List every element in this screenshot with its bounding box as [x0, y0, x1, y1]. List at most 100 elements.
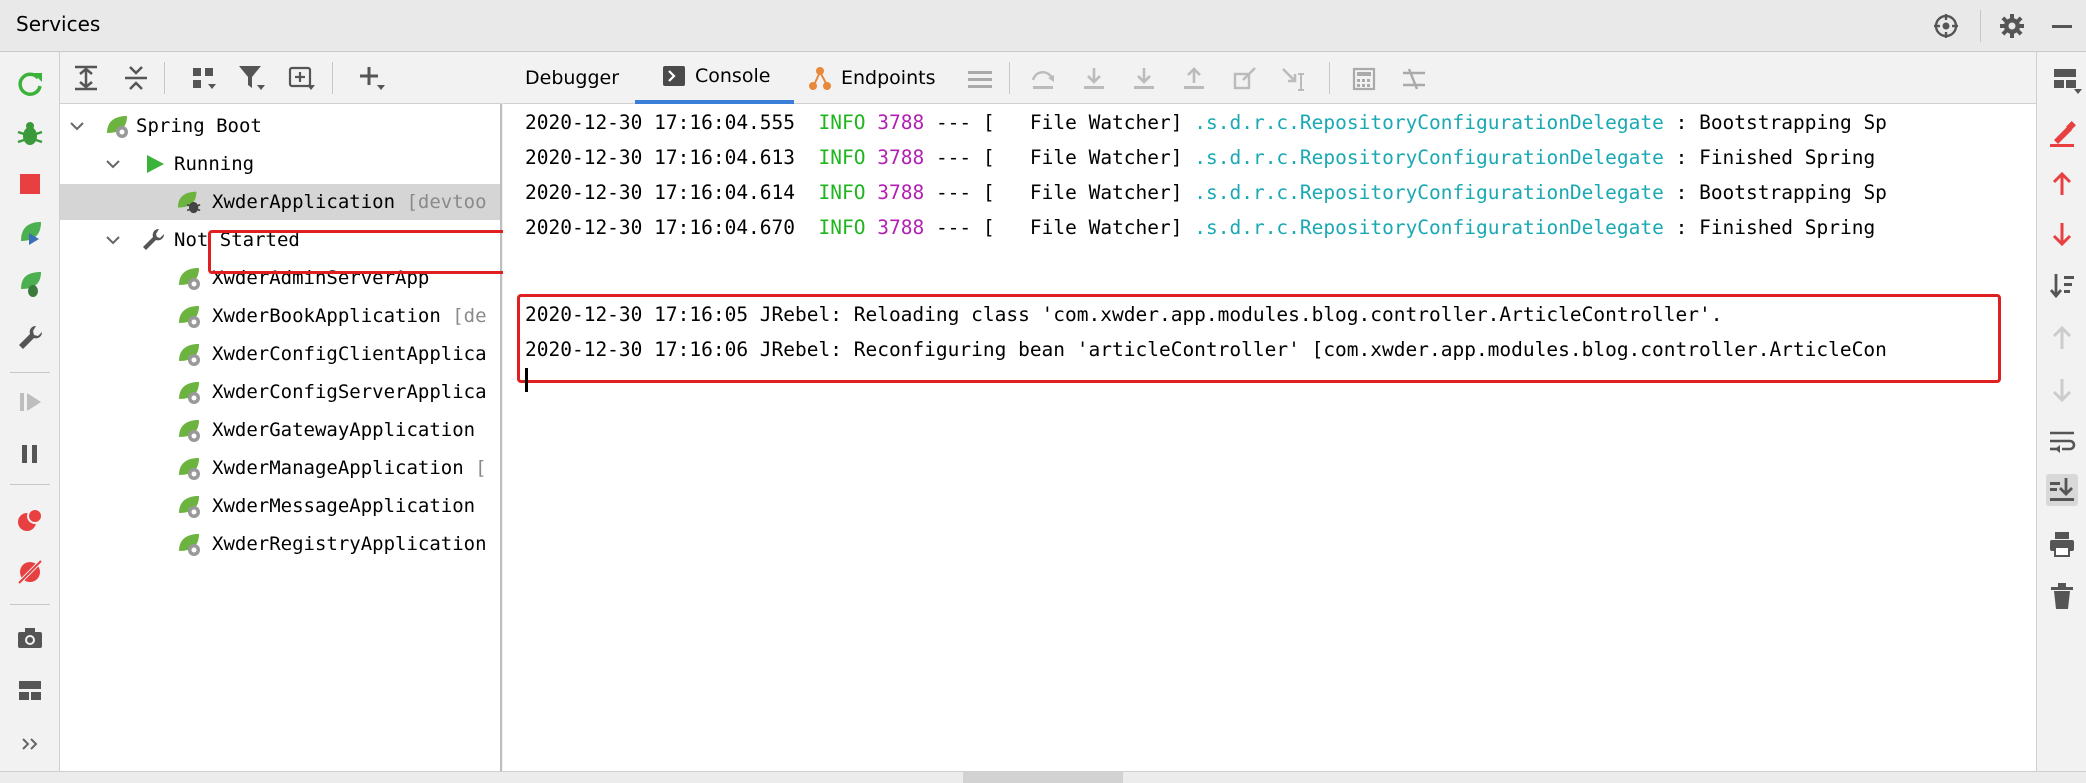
wrench-icon: [140, 227, 166, 253]
evaluate-icon[interactable]: [1349, 64, 1379, 94]
add-icon[interactable]: [356, 62, 388, 94]
log-pid: 3788: [877, 181, 925, 204]
layout-icon[interactable]: [14, 674, 46, 706]
force-step-into-icon[interactable]: [1129, 64, 1159, 94]
tree-label-suffix: [de: [440, 305, 487, 327]
up-arrow-red-icon[interactable]: [2046, 168, 2078, 200]
window-title: Services: [16, 12, 101, 36]
log-line: 2020-12-30 17:16:04.670 INFO 3788 --- [ …: [525, 211, 1875, 245]
collapse-all-icon[interactable]: [120, 62, 152, 94]
tree-node-xwder-application[interactable]: XwderApplication [devtoo: [60, 184, 500, 220]
stop-icon[interactable]: [14, 168, 46, 200]
drop-frame-icon[interactable]: [1229, 64, 1259, 94]
resume-icon[interactable]: [14, 386, 46, 418]
tree-node-app[interactable]: XwderRegistryApplication: [60, 526, 500, 562]
sort-down-icon[interactable]: [2046, 270, 2078, 302]
step-over-icon[interactable]: [1028, 64, 1058, 94]
status-bar: [0, 771, 2086, 783]
tree-node-app[interactable]: XwderManageApplication [: [60, 450, 500, 486]
jrebel-log-line: 2020-12-30 17:16:06 JRebel: Reconfigurin…: [525, 338, 1887, 361]
pause-icon[interactable]: [14, 438, 46, 470]
log-level: INFO: [818, 181, 866, 204]
tree-node-app[interactable]: XwderMessageApplication: [60, 488, 500, 524]
log-thread: File Watcher]: [994, 181, 1183, 204]
tree-node-running[interactable]: Running: [60, 146, 500, 182]
more-icon[interactable]: [14, 728, 46, 760]
spring-boot-icon: [176, 379, 202, 405]
filter-icon[interactable]: [236, 62, 268, 94]
refresh-icon[interactable]: [14, 68, 46, 100]
tree-label: Running: [174, 153, 255, 175]
up-arrow-gray-icon[interactable]: [2046, 322, 2078, 354]
step-into-icon[interactable]: [1079, 64, 1109, 94]
down-arrow-red-icon[interactable]: [2046, 218, 2078, 250]
chevron-down-icon[interactable]: [104, 155, 122, 173]
debug-bug-icon[interactable]: [14, 118, 46, 150]
mute-breakpoints-icon[interactable]: [14, 556, 46, 588]
soft-wrap-icon[interactable]: [2046, 426, 2078, 458]
spring-boot-icon: [176, 455, 202, 481]
log-separator: --- [: [924, 181, 995, 204]
spring-boot-icon: [176, 303, 202, 329]
tree-node-not-started[interactable]: Not Started: [60, 222, 500, 258]
tree-label: XwderBookApplication: [212, 305, 441, 327]
menu-icon[interactable]: [965, 64, 995, 94]
down-arrow-gray-icon[interactable]: [2046, 374, 2078, 406]
scroll-to-end-icon[interactable]: [2046, 474, 2078, 506]
print-icon[interactable]: [2046, 528, 2078, 560]
tree-label: XwderManageApplication: [212, 457, 464, 479]
gear-icon[interactable]: [1998, 12, 2026, 40]
trash-icon[interactable]: [2046, 580, 2078, 612]
log-line: 2020-12-30 17:16:04.555 INFO 3788 --- [ …: [525, 106, 1887, 140]
tab-label: Console: [695, 65, 771, 87]
log-separator: --- [: [924, 146, 995, 169]
tab-console[interactable]: Console: [635, 52, 795, 104]
log-timestamp: 2020-12-30 17:16:04.613: [525, 146, 796, 169]
trace-icon[interactable]: [1399, 64, 1429, 94]
toolbar-divider: [332, 62, 333, 94]
console-action-strip: [2036, 52, 2086, 783]
minimize-icon[interactable]: [2048, 12, 2076, 40]
spring-boot-icon: [176, 493, 202, 519]
wrench-icon[interactable]: [14, 322, 46, 354]
chevron-down-icon[interactable]: [68, 117, 86, 135]
tree-label: Not Started: [174, 229, 300, 251]
tree-node-app[interactable]: XwderAdminServerApp: [60, 260, 500, 296]
console-output[interactable]: 2020-12-30 17:16:04.555 INFO 3788 --- [ …: [503, 104, 2033, 783]
tab-debugger[interactable]: Debugger: [525, 52, 619, 104]
services-tree-panel: Spring Boot Running XwderApplication [de…: [60, 52, 516, 783]
log-level: INFO: [818, 111, 866, 134]
run-to-cursor-icon[interactable]: [1279, 64, 1309, 94]
tree-label: XwderMessageApplication: [212, 495, 476, 517]
tree-label: XwderApplication: [212, 191, 396, 213]
tab-endpoints[interactable]: Endpoints: [807, 52, 935, 104]
clear-icon[interactable]: [2046, 118, 2078, 150]
console-panel: Debugger Console Endpoints 2020-12-30 17…: [503, 52, 2036, 783]
title-divider: [1980, 10, 1981, 42]
camera-icon[interactable]: [14, 622, 46, 654]
chevron-down-icon[interactable]: [104, 231, 122, 249]
tree-node-app[interactable]: XwderConfigServerApplica: [60, 374, 500, 410]
tree-label-suffix: [devtoo: [395, 191, 487, 213]
group-icon[interactable]: [188, 62, 220, 94]
layout-menu-icon[interactable]: [2051, 64, 2083, 96]
tree-label: XwderGatewayApplication: [212, 419, 476, 441]
new-group-icon[interactable]: [286, 62, 318, 94]
tree-label: XwderConfigClientApplica: [212, 343, 487, 365]
tree-node-app[interactable]: XwderBookApplication [de: [60, 298, 500, 334]
console-tabs: Debugger Console Endpoints: [503, 52, 2036, 104]
breakpoints-icon[interactable]: [14, 504, 46, 536]
step-out-icon[interactable]: [1179, 64, 1209, 94]
debug-run-icon[interactable]: [14, 268, 46, 300]
console-icon: [663, 66, 685, 86]
crosshair-icon[interactable]: [1932, 12, 1960, 40]
endpoints-icon: [807, 65, 833, 91]
run-icon[interactable]: [14, 218, 46, 250]
tree-node-app[interactable]: XwderGatewayApplication: [60, 412, 500, 448]
spring-boot-icon: [176, 531, 202, 557]
tree-node-app[interactable]: XwderConfigClientApplica: [60, 336, 500, 372]
tree-node-spring-boot[interactable]: Spring Boot: [60, 108, 500, 144]
log-separator: --- [: [924, 111, 995, 134]
log-separator: --- [: [924, 216, 995, 239]
expand-all-icon[interactable]: [70, 62, 102, 94]
